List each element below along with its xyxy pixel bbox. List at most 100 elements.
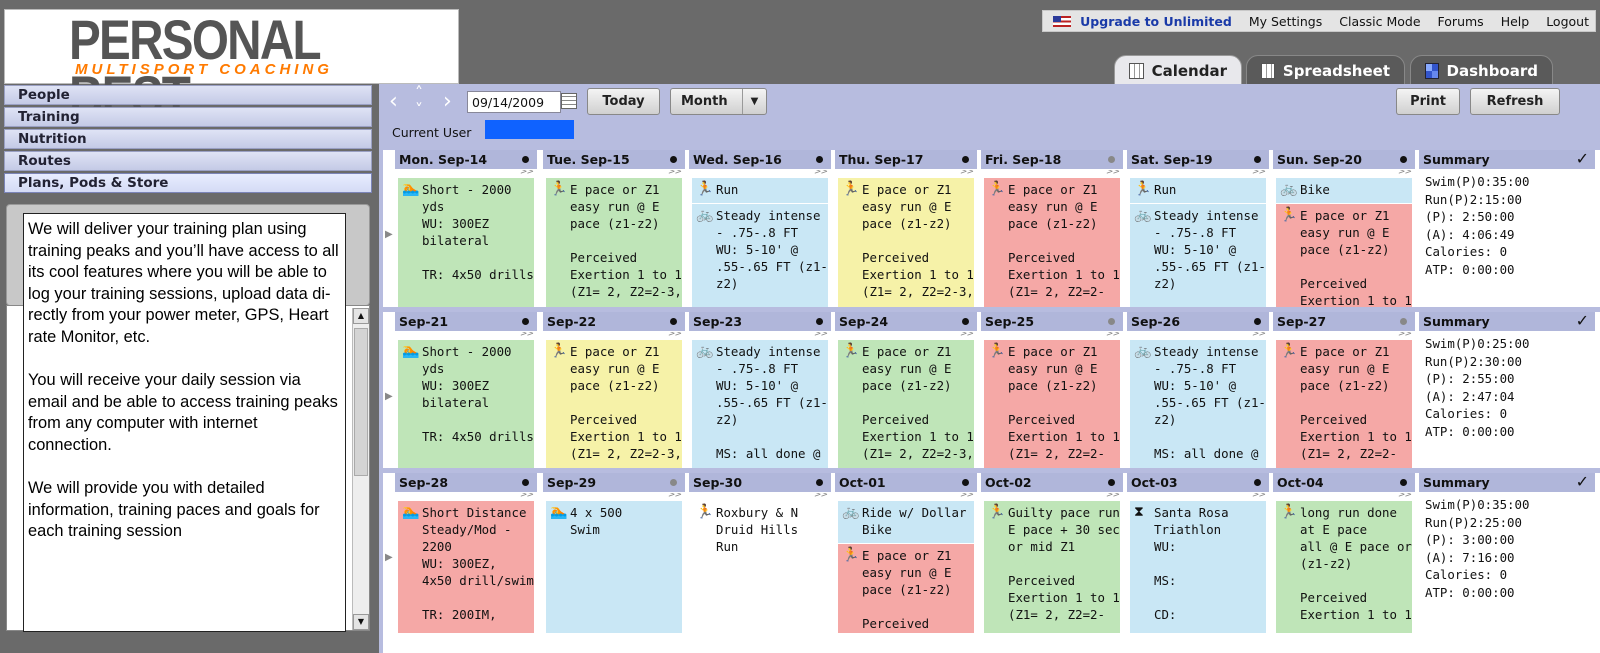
workout-entry[interactable]: 🏃 E pace or Z1 easy run @ E pace (z1-z2) … [1276,340,1412,469]
expand-chevron-icon[interactable]: >> [1398,332,1412,339]
logout-link[interactable]: Logout [1546,14,1589,29]
expand-chevron-icon[interactable]: >> [814,170,828,177]
expand-chevron-icon[interactable]: >> [520,170,534,177]
sidebar-item-plans[interactable]: Plans, Pods & Store [4,173,372,193]
expand-chevron-icon[interactable]: >> [1398,493,1412,500]
day-header[interactable]: Sep-27 [1273,312,1415,331]
day-cell[interactable]: >> 🏃 Roxbury & N Druid Hills Run [689,493,831,633]
day-status-dot-icon[interactable] [1400,318,1407,325]
day-header[interactable]: Sep-28 [395,473,537,492]
refresh-button[interactable]: Refresh [1470,88,1560,115]
workout-entry[interactable]: 🚲 Bike [1276,178,1412,203]
forums-link[interactable]: Forums [1438,14,1484,29]
day-cell[interactable]: >>🏊Short Distance - Steady/Mod - 2200 WU… [395,493,537,633]
expand-chevron-icon[interactable]: >> [520,493,534,500]
view-select[interactable]: Month ▼ [670,88,767,115]
workout-entry[interactable]: 🚲 Steady intense - .75-.8 FT WU: 5-10' @ … [692,204,828,309]
day-status-dot-icon[interactable] [670,479,677,486]
help-link[interactable]: Help [1501,14,1530,29]
expand-chevron-icon[interactable]: >> [960,170,974,177]
day-status-dot-icon[interactable] [816,156,823,163]
scroll-down-icon[interactable]: ▼ [353,614,369,630]
down-arrow-icon[interactable]: ˅ [415,99,423,121]
day-header[interactable]: Oct-03 [1127,473,1269,492]
day-status-dot-icon[interactable] [962,318,969,325]
day-cell[interactable]: >> 🏃 Guilty pace run E pace + 30 sec or mi… [981,493,1123,633]
day-cell[interactable]: >> 🏃 E pace or Z1 easy run @ E pace (z1-z2… [981,332,1123,469]
day-status-dot-icon[interactable] [1254,156,1261,163]
sidebar-item-training[interactable]: Training [4,107,372,127]
tab-dashboard[interactable]: Dashboard [1410,55,1553,87]
workout-entry[interactable]: 🏃 E pace or Z1 easy run @ E pace (z1-z2) … [546,340,682,469]
day-header[interactable]: Sep-21 [395,312,537,331]
day-status-dot-icon[interactable] [1400,156,1407,163]
day-header[interactable]: Sep-22 [543,312,685,331]
sidebar-item-routes[interactable]: Routes [4,151,372,171]
workout-entry[interactable]: ⧗ Santa Rosa Triathlon WU: MS: CD: [1130,501,1266,633]
workout-entry[interactable]: 🏃 E pace or Z1 easy run @ E pace (z1-z2) … [984,178,1120,309]
workout-entry[interactable]: 🏃 E pace or Z1 easy run @ E pace (z1-z2) … [838,340,974,469]
day-header[interactable]: Mon. Sep-14 [395,150,537,169]
workout-entry[interactable]: 🏃 Run [692,178,828,203]
day-header[interactable]: Oct-02 [981,473,1123,492]
day-status-dot-icon[interactable] [522,156,529,163]
expand-chevron-icon[interactable]: >> [1106,332,1120,339]
workout-entry[interactable]: 🏃 E pace or Z1 easy run @ E pace (z1-z2) … [1276,204,1412,309]
day-header[interactable]: Oct-01 [835,473,977,492]
sidebar-item-nutrition[interactable]: Nutrition [4,129,372,149]
workout-entry[interactable]: 🚲 Steady intense - .75-.8 FT WU: 5-10' @ … [1130,204,1266,309]
expand-chevron-icon[interactable]: >> [1252,493,1266,500]
day-cell[interactable]: >> 🏃 long run done at E pace all @ E pace … [1273,493,1415,633]
day-cell[interactable]: >> 🏃 Run 🚲 Steady intense - .75-.8 FT WU: 5-… [1127,170,1269,309]
workout-entry[interactable]: 🏊 4 x 500 Swim [546,501,682,633]
tab-spreadsheet[interactable]: Spreadsheet [1246,55,1405,87]
day-cell[interactable]: >> 🏃 E pace or Z1 easy run @ E pace (z1-z2… [543,332,685,469]
day-status-dot-icon[interactable] [962,479,969,486]
day-cell[interactable]: >> 🏃 E pace or Z1 easy run @ E pace (z1-z2… [981,170,1123,309]
workout-entry[interactable]: 🚲 Steady intense - .75-.8 FT WU: 5-10' @ … [692,340,828,469]
day-header[interactable]: Sep-26 [1127,312,1269,331]
day-cell[interactable]: >> 🏊 4 x 500 Swim [543,493,685,633]
week-expand-icon[interactable]: ▶ [385,391,395,402]
expand-chevron-icon[interactable]: >> [668,332,682,339]
day-status-dot-icon[interactable] [522,479,529,486]
left-panel-scrollbar[interactable]: ▲ ▼ [352,308,369,630]
day-cell[interactable]: >> 🚲 Steady intense - .75-.8 FT WU: 5-10' … [1127,332,1269,469]
week-expand-icon[interactable]: ▶ [385,229,395,240]
workout-entry[interactable]: 🏃 Roxbury & N Druid Hills Run [692,501,828,633]
expand-chevron-icon[interactable]: >> [668,170,682,177]
day-header[interactable]: Sep-23 [689,312,831,331]
day-header[interactable]: Oct-04 [1273,473,1415,492]
day-header[interactable]: Wed. Sep-16 [689,150,831,169]
chevron-down-icon[interactable]: ▼ [742,89,766,114]
day-status-dot-icon[interactable] [1254,318,1261,325]
day-header[interactable]: Sep-30 [689,473,831,492]
my-settings-link[interactable]: My Settings [1249,14,1322,29]
expand-chevron-icon[interactable]: >> [1398,170,1412,177]
expand-chevron-icon[interactable]: >> [814,332,828,339]
day-header[interactable]: Thu. Sep-17 [835,150,977,169]
day-status-dot-icon[interactable] [522,318,529,325]
expand-chevron-icon[interactable]: >> [668,493,682,500]
upgrade-link[interactable]: Upgrade to Unlimited [1080,14,1232,29]
week-expand-icon[interactable]: ▶ [385,552,395,563]
prev-arrow-icon[interactable]: ‹ [389,91,398,113]
scroll-up-icon[interactable]: ▲ [353,308,369,324]
day-cell[interactable]: >> 🚲 Ride w/ Dollar Bike 🏃 E pace or Z1 easy… [835,493,977,633]
day-cell[interactable]: >> 🏊 Short - 2000 yds WU: 300EZ bilateral … [395,332,537,469]
tab-calendar[interactable]: Calendar [1114,55,1242,87]
day-cell[interactable]: >> 🏃 Run 🚲 Steady intense - .75-.8 FT WU: 5-… [689,170,831,309]
workout-entry[interactable]: 🏊 Short - 2000 yds WU: 300EZ bilateral TR… [398,340,534,469]
day-header[interactable]: Tue. Sep-15 [543,150,685,169]
next-arrow-icon[interactable]: › [443,91,452,113]
classic-mode-link[interactable]: Classic Mode [1339,14,1420,29]
day-cell[interactable]: >> 🏃 E pace or Z1 easy run @ E pace (z1-z2… [835,332,977,469]
checkmark-icon[interactable]: ✓ [1576,311,1589,330]
day-header[interactable]: Sep-25 [981,312,1123,331]
day-status-dot-icon[interactable] [1108,479,1115,486]
workout-entry[interactable]: 🏃 E pace or Z1 easy run @ E pace (z1-z2) … [984,340,1120,469]
workout-entry[interactable]: 🏃 E pace or Z1 easy run @ E pace (z1-z2) … [838,178,974,309]
workout-entry[interactable]: 🏃 Guilty pace run E pace + 30 sec or mid … [984,501,1120,633]
checkmark-icon[interactable]: ✓ [1576,149,1589,168]
day-status-dot-icon[interactable] [962,156,969,163]
